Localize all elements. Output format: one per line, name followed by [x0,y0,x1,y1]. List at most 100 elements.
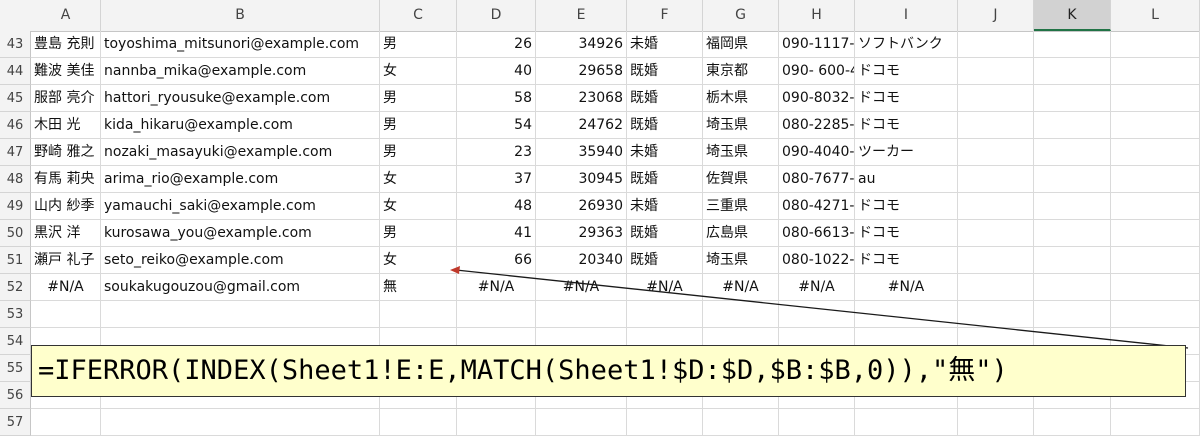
row-header[interactable]: 53 [0,301,31,328]
row-header[interactable]: 51 [0,247,31,274]
cell-l[interactable] [1111,166,1200,193]
cell-c[interactable]: 女 [380,166,457,193]
column-header-j[interactable]: J [958,0,1034,31]
cell-c[interactable]: 女 [380,193,457,220]
cell-e[interactable]: 24762 [536,112,627,139]
row-header[interactable]: 49 [0,193,31,220]
cell-a[interactable]: 木田 光 [31,112,101,139]
cell-d[interactable]: #N/A [457,274,536,301]
cell-l[interactable] [1111,139,1200,166]
cell-f[interactable]: 未婚 [627,139,703,166]
cell-d[interactable]: 40 [457,58,536,85]
row-header[interactable]: 57 [0,409,31,436]
cell-e[interactable]: #N/A [536,274,627,301]
cell-h[interactable]: 090-4040- [779,139,855,166]
cell-c[interactable]: 男 [380,220,457,247]
cell-h[interactable]: 080-7677- [779,166,855,193]
cell-k[interactable] [1034,112,1111,139]
cell-g[interactable]: 埼玉県 [703,112,779,139]
column-header-d[interactable]: D [457,0,536,31]
cell-d[interactable]: 48 [457,193,536,220]
column-header-g[interactable]: G [703,0,779,31]
cell-g[interactable]: 福岡県 [703,31,779,58]
cell-d[interactable] [457,409,536,436]
cell-h[interactable]: 090- 600-4 [779,58,855,85]
cell-i[interactable]: ツーカー [855,139,958,166]
cell-f[interactable] [627,409,703,436]
cell-f[interactable]: #N/A [627,274,703,301]
cell-j[interactable] [958,193,1034,220]
column-header-f[interactable]: F [627,0,703,31]
cell-g[interactable]: 広島県 [703,220,779,247]
cell-f[interactable]: 既婚 [627,58,703,85]
cell-d[interactable]: 23 [457,139,536,166]
cell-i[interactable]: ドコモ [855,247,958,274]
cell-l[interactable] [1111,112,1200,139]
cell-i[interactable]: ドコモ [855,112,958,139]
cell-j[interactable] [958,166,1034,193]
cell-j[interactable] [958,139,1034,166]
cell-l[interactable] [1111,58,1200,85]
cell-e[interactable] [536,409,627,436]
cell-j[interactable] [958,247,1034,274]
cell-c[interactable] [380,409,457,436]
cell-j[interactable] [958,31,1034,58]
cell-k[interactable] [1034,247,1111,274]
cell-i[interactable]: ドコモ [855,58,958,85]
cell-c[interactable]: 男 [380,85,457,112]
cell-j[interactable] [958,220,1034,247]
cell-f[interactable]: 既婚 [627,85,703,112]
cell-l[interactable] [1111,31,1200,58]
cell-d[interactable]: 37 [457,166,536,193]
cell-f[interactable]: 既婚 [627,247,703,274]
cell-k[interactable] [1034,139,1111,166]
cell-h[interactable]: 090-8032- [779,85,855,112]
column-header-e[interactable]: E [536,0,627,31]
cell-i[interactable] [855,409,958,436]
cell-l[interactable] [1111,85,1200,112]
cell-e[interactable]: 35940 [536,139,627,166]
cell-f[interactable]: 既婚 [627,166,703,193]
cell-h[interactable]: #N/A [779,274,855,301]
cell-i[interactable]: ドコモ [855,193,958,220]
cell-j[interactable] [958,409,1034,436]
cell-j[interactable] [958,274,1034,301]
cell-g[interactable] [703,409,779,436]
cell-b[interactable] [101,301,380,328]
cell-k[interactable] [1034,220,1111,247]
row-header[interactable]: 54 [0,328,31,355]
cell-g[interactable]: 佐賀県 [703,166,779,193]
row-header[interactable]: 50 [0,220,31,247]
cell-h[interactable] [779,301,855,328]
cell-i[interactable]: ソフトバンク [855,31,958,58]
cell-a[interactable]: 難波 美佳 [31,58,101,85]
cell-g[interactable] [703,301,779,328]
cell-k[interactable] [1034,274,1111,301]
row-header[interactable]: 47 [0,139,31,166]
cell-g[interactable]: 栃木県 [703,85,779,112]
cell-b[interactable]: arima_rio@example.com [101,166,380,193]
cell-f[interactable]: 未婚 [627,31,703,58]
cell-j[interactable] [958,85,1034,112]
cell-c[interactable]: 女 [380,58,457,85]
cell-b[interactable]: kida_hikaru@example.com [101,112,380,139]
cell-e[interactable]: 29363 [536,220,627,247]
cell-f[interactable] [627,301,703,328]
cell-e[interactable]: 20340 [536,247,627,274]
cell-h[interactable] [779,409,855,436]
cell-b[interactable]: seto_reiko@example.com [101,247,380,274]
cell-l[interactable] [1111,409,1200,436]
cell-l[interactable] [1111,301,1200,328]
cell-d[interactable] [457,301,536,328]
row-header[interactable]: 46 [0,112,31,139]
cell-k[interactable] [1034,166,1111,193]
cell-k[interactable] [1034,193,1111,220]
cell-b[interactable]: kurosawa_you@example.com [101,220,380,247]
column-header-h[interactable]: H [779,0,855,31]
cell-a[interactable] [31,409,101,436]
cell-k[interactable] [1034,58,1111,85]
cell-h[interactable]: 080-2285- [779,112,855,139]
row-header[interactable]: 56 [0,382,31,409]
cell-k[interactable] [1034,301,1111,328]
cell-k[interactable] [1034,31,1111,58]
